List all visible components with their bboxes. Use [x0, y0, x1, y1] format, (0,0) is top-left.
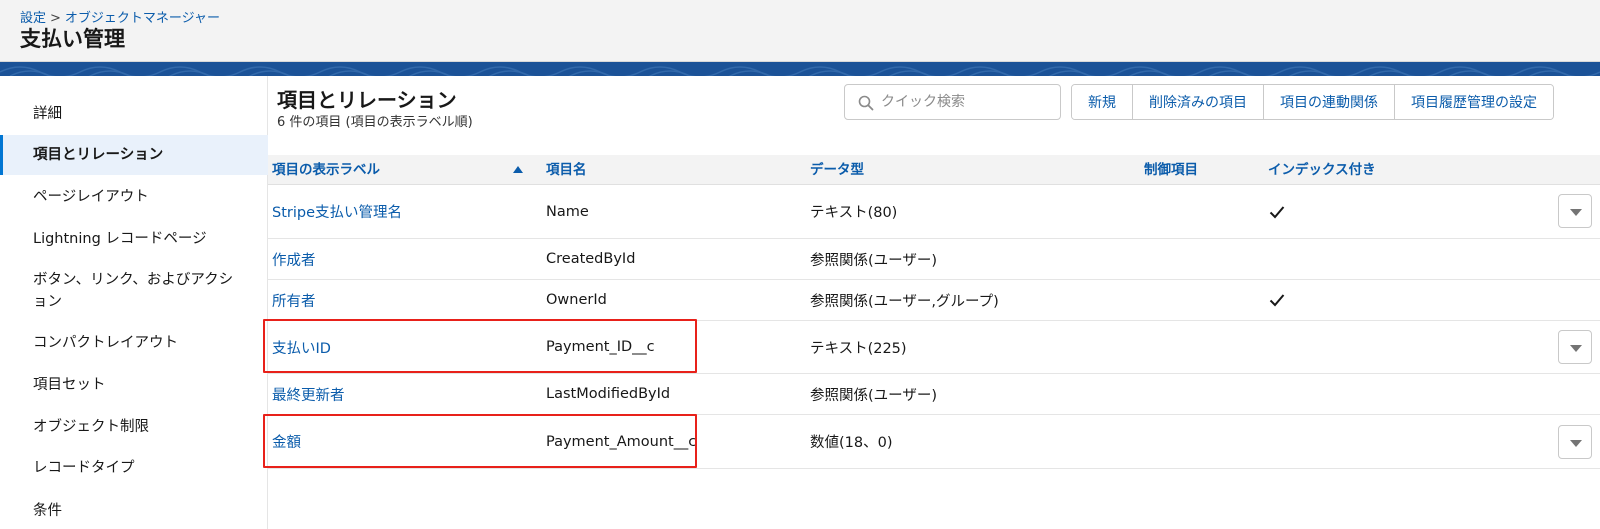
- chevron-down-icon: [1570, 440, 1582, 447]
- page-title: 支払い管理: [20, 27, 125, 51]
- sidebar-item-label: ページレイアウト: [33, 189, 149, 205]
- sidebar-item-conditions[interactable]: 条件: [0, 497, 268, 525]
- panel-title: 項目とリレーション: [277, 88, 457, 112]
- row-actions-menu-button[interactable]: [1558, 194, 1592, 228]
- brand-band: [0, 62, 1600, 76]
- action-button-group: 新規 削除済みの項目 項目の連動関係 項目履歴管理の設定: [1071, 84, 1554, 120]
- field-api-name: Payment_Amount__c: [546, 433, 697, 450]
- quick-search-input[interactable]: [881, 85, 1056, 119]
- fields-relationships-panel: 項目とリレーション 6 件の項目 (項目の表示ラベル順) 新規 削除済みの項目 …: [263, 76, 1600, 529]
- sidebar-item-fields-relationships[interactable]: 項目とリレーション: [0, 135, 268, 175]
- item-count-subtitle: 6 件の項目 (項目の表示ラベル順): [277, 115, 473, 130]
- sidebar-item-record-types[interactable]: レコードタイプ: [0, 454, 268, 482]
- field-label-link[interactable]: Stripe支払い管理名: [272, 185, 402, 238]
- check-icon: [1269, 294, 1285, 307]
- indexed-cell: [1269, 280, 1285, 320]
- sidebar-item-label: ボタン、リンク、およびアクション: [33, 272, 234, 310]
- sidebar-item-details[interactable]: 詳細: [0, 100, 268, 128]
- check-icon: [1269, 205, 1285, 218]
- sidebar-item-label: 条件: [33, 503, 62, 519]
- table-row: 最終更新者 LastModifiedById 参照関係(ユーザー): [268, 374, 1600, 415]
- search-icon: [858, 95, 874, 111]
- sidebar-item-label: Lightning レコードページ: [33, 231, 207, 247]
- field-label-link[interactable]: 最終更新者: [272, 374, 345, 414]
- indexed-cell: [1269, 185, 1285, 238]
- sidebar-item-lightning-record-pages[interactable]: Lightning レコードページ: [0, 225, 268, 253]
- field-data-type: 参照関係(ユーザー): [810, 252, 938, 269]
- sidebar-item-label: レコードタイプ: [33, 460, 135, 476]
- sidebar-item-field-sets[interactable]: 項目セット: [0, 371, 268, 399]
- field-api-name: Payment_ID__c: [546, 339, 655, 355]
- column-header-label[interactable]: 項目の表示ラベル: [272, 155, 380, 185]
- field-data-type: 参照関係(ユーザー): [810, 387, 938, 404]
- table-row: 所有者 OwnerId 参照関係(ユーザー,グループ): [268, 280, 1600, 321]
- quick-search-box: [844, 84, 1061, 120]
- sidebar-item-buttons-links-actions[interactable]: ボタン、リンク、およびアクション: [0, 268, 268, 314]
- sort-ascending-icon[interactable]: [513, 166, 523, 173]
- field-label-link[interactable]: 所有者: [272, 280, 316, 320]
- sidebar-item-compact-layouts[interactable]: コンパクトレイアウト: [0, 329, 268, 357]
- column-header-indexed[interactable]: インデックス付き: [1268, 155, 1376, 185]
- sidebar-item-label: コンパクトレイアウト: [33, 335, 178, 351]
- field-label-link[interactable]: 支払いID: [272, 321, 331, 373]
- field-api-name: Name: [546, 203, 589, 220]
- sidebar-item-label: 詳細: [33, 106, 62, 122]
- chevron-down-icon: [1570, 345, 1582, 352]
- new-field-button[interactable]: 新規: [1072, 85, 1132, 119]
- field-label-link[interactable]: 金額: [272, 415, 301, 468]
- column-header-data-type[interactable]: データ型: [810, 155, 864, 185]
- sidebar-item-label: オブジェクト制限: [33, 419, 149, 435]
- sidebar-item-page-layouts[interactable]: ページレイアウト: [0, 183, 268, 211]
- field-dependencies-button[interactable]: 項目の連動関係: [1263, 85, 1394, 119]
- row-actions-menu-button[interactable]: [1558, 425, 1592, 459]
- fields-table-header: 項目の表示ラベル 項目名 データ型 制御項目 インデックス付き: [268, 155, 1600, 185]
- page-header: 設定 > オブジェクトマネージャー 支払い管理: [0, 0, 1600, 62]
- row-actions-menu-button[interactable]: [1558, 330, 1592, 364]
- field-api-name: CreatedById: [546, 251, 636, 267]
- table-row: Stripe支払い管理名 Name テキスト(80): [268, 185, 1600, 239]
- field-data-type: 参照関係(ユーザー,グループ): [810, 293, 999, 310]
- table-row: 金額 Payment_Amount__c 数値(18、0): [268, 415, 1600, 469]
- table-row: 作成者 CreatedById 参照関係(ユーザー): [268, 239, 1600, 280]
- field-history-settings-button[interactable]: 項目履歴管理の設定: [1394, 85, 1553, 119]
- column-header-controlling-field[interactable]: 制御項目: [1144, 155, 1198, 185]
- field-data-type: テキスト(225): [810, 340, 907, 357]
- table-row: 支払いID Payment_ID__c テキスト(225): [268, 321, 1600, 374]
- field-data-type: 数値(18、0): [810, 435, 893, 451]
- field-api-name: OwnerId: [546, 292, 607, 308]
- chevron-down-icon: [1570, 209, 1582, 216]
- field-api-name: LastModifiedById: [546, 386, 671, 402]
- deleted-fields-button[interactable]: 削除済みの項目: [1132, 85, 1263, 119]
- field-label-link[interactable]: 作成者: [272, 239, 316, 279]
- sidebar-item-label: 項目とリレーション: [33, 147, 164, 163]
- sidebar-item-label: 項目セット: [33, 377, 106, 393]
- sidebar-item-object-limits[interactable]: オブジェクト制限: [0, 413, 268, 441]
- field-data-type: テキスト(80): [810, 205, 898, 221]
- column-header-api-name[interactable]: 項目名: [546, 155, 587, 185]
- object-manager-sidebar: 詳細 項目とリレーション ページレイアウト Lightning レコードページ …: [0, 76, 268, 529]
